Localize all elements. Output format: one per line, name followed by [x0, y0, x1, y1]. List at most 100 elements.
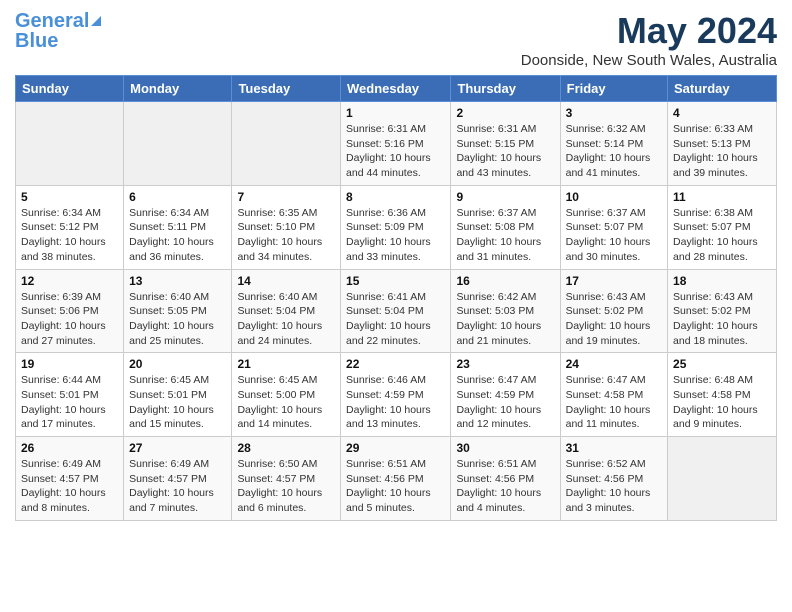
- calendar-week-1: 1 Sunrise: 6:31 AM Sunset: 5:16 PM Daylig…: [16, 102, 777, 186]
- calendar-cell: 22Sunrise: 6:46 AM Sunset: 4:59 PM Dayli…: [341, 353, 451, 437]
- day-info: Sunrise: 6:47 AM Sunset: 4:58 PM Dayligh…: [566, 373, 662, 432]
- day-info: Sunrise: 6:47 AM Sunset: 4:59 PM Dayligh…: [456, 373, 554, 432]
- day-number: 15: [346, 274, 445, 288]
- calendar-cell: 8 Sunrise: 6:36 AM Sunset: 5:09 PM Daylig…: [341, 185, 451, 269]
- calendar-week-3: 12 Sunrise: 6:39 AM Sunset: 5:06 PM Dayli…: [16, 269, 777, 353]
- column-header-thursday: Thursday: [451, 76, 560, 102]
- day-info: Sunrise: 6:33 AM Sunset: 5:13 PM Dayligh…: [673, 122, 771, 181]
- calendar-cell: [232, 102, 341, 186]
- day-number: 6: [129, 190, 226, 204]
- column-header-friday: Friday: [560, 76, 667, 102]
- day-number: 24: [566, 357, 662, 371]
- calendar-cell: 11Sunrise: 6:38 AM Sunset: 5:07 PM Dayli…: [668, 185, 777, 269]
- calendar-cell: 29Sunrise: 6:51 AM Sunset: 4:56 PM Dayli…: [341, 437, 451, 521]
- calendar-week-2: 5Sunrise: 6:34 AM Sunset: 5:12 PM Daylig…: [16, 185, 777, 269]
- day-info: Sunrise: 6:32 AM Sunset: 5:14 PM Dayligh…: [566, 122, 662, 181]
- day-number: 13: [129, 274, 226, 288]
- day-info: Sunrise: 6:39 AM Sunset: 5:06 PM Dayligh…: [21, 290, 118, 349]
- day-info: Sunrise: 6:52 AM Sunset: 4:56 PM Dayligh…: [566, 457, 662, 516]
- day-number: 25: [673, 357, 771, 371]
- day-number: 22: [346, 357, 445, 371]
- day-info: Sunrise: 6:37 AM Sunset: 5:07 PM Dayligh…: [566, 206, 662, 265]
- column-header-wednesday: Wednesday: [341, 76, 451, 102]
- day-number: 27: [129, 441, 226, 455]
- day-number: 14: [237, 274, 335, 288]
- day-number: 4: [673, 106, 771, 120]
- calendar-week-5: 26 Sunrise: 6:49 AM Sunset: 4:57 PM Dayli…: [16, 437, 777, 521]
- day-info: Sunrise: 6:37 AM Sunset: 5:08 PM Dayligh…: [456, 206, 554, 265]
- day-info: Sunrise: 6:31 AM Sunset: 5:16 PM Dayligh…: [346, 122, 445, 181]
- calendar-cell: [16, 102, 124, 186]
- calendar-cell: 26 Sunrise: 6:49 AM Sunset: 4:57 PM Dayli…: [16, 437, 124, 521]
- calendar-cell: [124, 102, 232, 186]
- day-info: Sunrise: 6:49 AM Sunset: 4:57 PM Dayligh…: [21, 457, 118, 516]
- calendar-cell: 12 Sunrise: 6:39 AM Sunset: 5:06 PM Dayli…: [16, 269, 124, 353]
- calendar-cell: 28Sunrise: 6:50 AM Sunset: 4:57 PM Dayli…: [232, 437, 341, 521]
- day-number: 9: [456, 190, 554, 204]
- day-number: 20: [129, 357, 226, 371]
- calendar-cell: 9 Sunrise: 6:37 AM Sunset: 5:08 PM Daylig…: [451, 185, 560, 269]
- page-header: General Blue May 2024 Doonside, New Sout…: [15, 10, 777, 69]
- day-number: 3: [566, 106, 662, 120]
- logo-general: General: [15, 10, 89, 32]
- day-info: Sunrise: 6:43 AM Sunset: 5:02 PM Dayligh…: [673, 290, 771, 349]
- calendar-cell: 30Sunrise: 6:51 AM Sunset: 4:56 PM Dayli…: [451, 437, 560, 521]
- day-info: Sunrise: 6:36 AM Sunset: 5:09 PM Dayligh…: [346, 206, 445, 265]
- calendar-cell: 18 Sunrise: 6:43 AM Sunset: 5:02 PM Dayli…: [668, 269, 777, 353]
- calendar-cell: 1 Sunrise: 6:31 AM Sunset: 5:16 PM Daylig…: [341, 102, 451, 186]
- day-info: Sunrise: 6:31 AM Sunset: 5:15 PM Dayligh…: [456, 122, 554, 181]
- calendar-cell: 14 Sunrise: 6:40 AM Sunset: 5:04 PM Dayli…: [232, 269, 341, 353]
- calendar-cell: 5Sunrise: 6:34 AM Sunset: 5:12 PM Daylig…: [16, 185, 124, 269]
- day-info: Sunrise: 6:43 AM Sunset: 5:02 PM Dayligh…: [566, 290, 662, 349]
- calendar-cell: 10 Sunrise: 6:37 AM Sunset: 5:07 PM Dayli…: [560, 185, 667, 269]
- calendar-cell: 13 Sunrise: 6:40 AM Sunset: 5:05 PM Dayli…: [124, 269, 232, 353]
- day-info: Sunrise: 6:40 AM Sunset: 5:05 PM Dayligh…: [129, 290, 226, 349]
- calendar-cell: 17 Sunrise: 6:43 AM Sunset: 5:02 PM Dayli…: [560, 269, 667, 353]
- day-number: 8: [346, 190, 445, 204]
- calendar-cell: 16 Sunrise: 6:42 AM Sunset: 5:03 PM Dayli…: [451, 269, 560, 353]
- subtitle: Doonside, New South Wales, Australia: [521, 52, 777, 69]
- day-number: 18: [673, 274, 771, 288]
- calendar-cell: 20 Sunrise: 6:45 AM Sunset: 5:01 PM Dayli…: [124, 353, 232, 437]
- calendar-cell: 19Sunrise: 6:44 AM Sunset: 5:01 PM Dayli…: [16, 353, 124, 437]
- calendar-table: SundayMondayTuesdayWednesdayThursdayFrid…: [15, 75, 777, 521]
- logo-arrow-icon: [91, 16, 101, 26]
- day-number: 11: [673, 190, 771, 204]
- title-block: May 2024 Doonside, New South Wales, Aust…: [521, 10, 777, 69]
- day-info: Sunrise: 6:49 AM Sunset: 4:57 PM Dayligh…: [129, 457, 226, 516]
- day-number: 17: [566, 274, 662, 288]
- day-number: 16: [456, 274, 554, 288]
- day-number: 10: [566, 190, 662, 204]
- calendar-cell: 2 Sunrise: 6:31 AM Sunset: 5:15 PM Daylig…: [451, 102, 560, 186]
- day-number: 23: [456, 357, 554, 371]
- calendar-cell: 21 Sunrise: 6:45 AM Sunset: 5:00 PM Dayli…: [232, 353, 341, 437]
- day-number: 21: [237, 357, 335, 371]
- calendar-cell: 3 Sunrise: 6:32 AM Sunset: 5:14 PM Daylig…: [560, 102, 667, 186]
- calendar-cell: 25Sunrise: 6:48 AM Sunset: 4:58 PM Dayli…: [668, 353, 777, 437]
- day-info: Sunrise: 6:50 AM Sunset: 4:57 PM Dayligh…: [237, 457, 335, 516]
- calendar-cell: 24 Sunrise: 6:47 AM Sunset: 4:58 PM Dayli…: [560, 353, 667, 437]
- day-info: Sunrise: 6:45 AM Sunset: 5:01 PM Dayligh…: [129, 373, 226, 432]
- logo-text: General: [15, 10, 89, 32]
- day-info: Sunrise: 6:40 AM Sunset: 5:04 PM Dayligh…: [237, 290, 335, 349]
- day-info: Sunrise: 6:44 AM Sunset: 5:01 PM Dayligh…: [21, 373, 118, 432]
- day-number: 5: [21, 190, 118, 204]
- day-info: Sunrise: 6:42 AM Sunset: 5:03 PM Dayligh…: [456, 290, 554, 349]
- calendar-cell: 15Sunrise: 6:41 AM Sunset: 5:04 PM Dayli…: [341, 269, 451, 353]
- logo: General Blue: [15, 10, 101, 52]
- day-number: 26: [21, 441, 118, 455]
- column-header-saturday: Saturday: [668, 76, 777, 102]
- day-number: 7: [237, 190, 335, 204]
- day-number: 1: [346, 106, 445, 120]
- column-header-monday: Monday: [124, 76, 232, 102]
- day-info: Sunrise: 6:34 AM Sunset: 5:11 PM Dayligh…: [129, 206, 226, 265]
- calendar-cell: 4 Sunrise: 6:33 AM Sunset: 5:13 PM Daylig…: [668, 102, 777, 186]
- column-header-sunday: Sunday: [16, 76, 124, 102]
- calendar-cell: 6 Sunrise: 6:34 AM Sunset: 5:11 PM Daylig…: [124, 185, 232, 269]
- day-number: 30: [456, 441, 554, 455]
- logo-blue: Blue: [15, 30, 58, 52]
- day-number: 12: [21, 274, 118, 288]
- day-info: Sunrise: 6:45 AM Sunset: 5:00 PM Dayligh…: [237, 373, 335, 432]
- column-header-tuesday: Tuesday: [232, 76, 341, 102]
- day-number: 2: [456, 106, 554, 120]
